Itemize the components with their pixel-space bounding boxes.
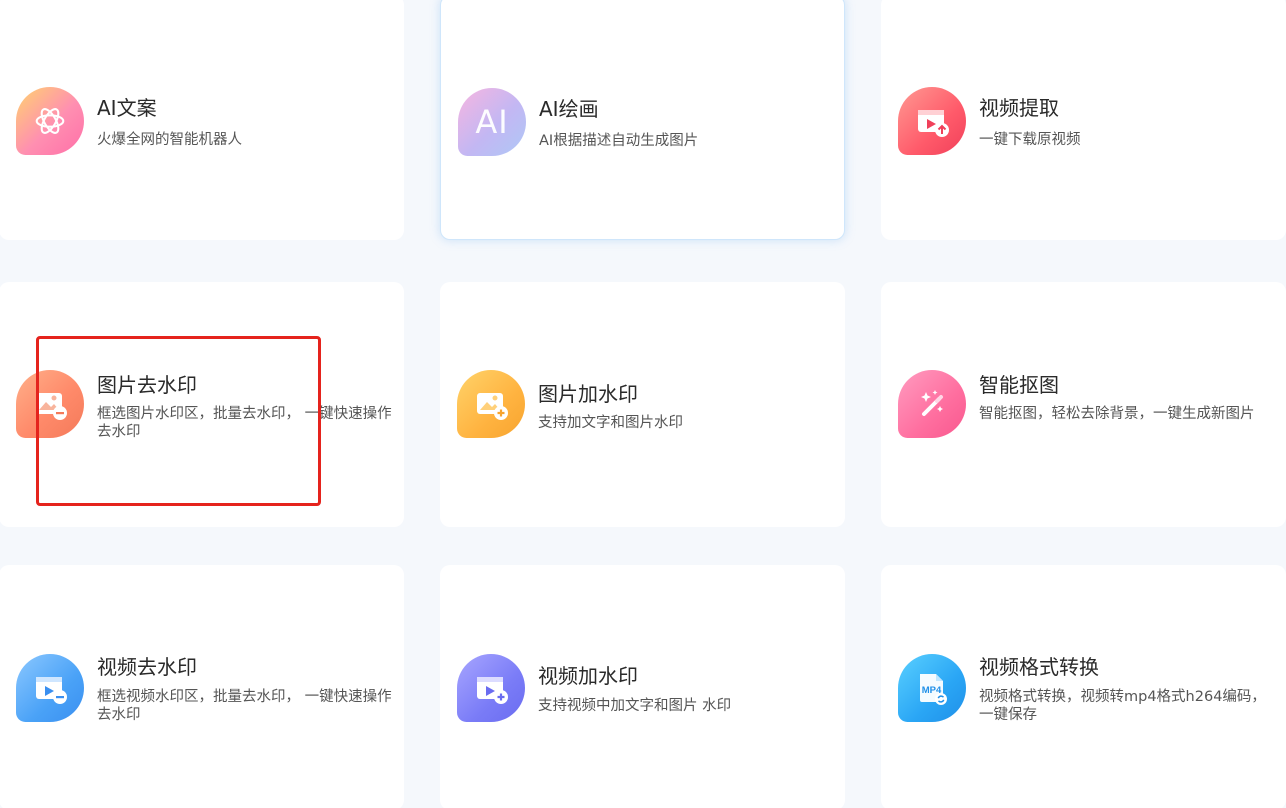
card-title: 视频格式转换: [979, 655, 1099, 679]
card-video-add-watermark[interactable]: 视频加水印 支持视频中加文字和图片 水印: [440, 565, 845, 808]
card-desc: 视频格式转换，视频转mp4格式h264编码，一键保存: [979, 689, 1266, 723]
card-title: AI文案: [97, 96, 157, 120]
video-remove-watermark-icon: [16, 654, 84, 722]
card-smart-cutout[interactable]: 智能抠图 智能抠图，轻松去除背景，一键生成新图片: [881, 282, 1286, 527]
card-desc: 支持加文字和图片水印: [538, 415, 683, 431]
card-desc: 支持视频中加文字和图片 水印: [538, 698, 732, 714]
card-desc: 框选视频水印区，批量去水印， 一键快速操作去水印: [97, 689, 392, 723]
video-extract-icon: [898, 87, 966, 155]
card-title: AI绘画: [539, 97, 599, 121]
card-image-remove-watermark[interactable]: 图片去水印 框选图片水印区，批量去水印， 一键快速操作去水印: [0, 282, 404, 527]
card-image-add-watermark[interactable]: 图片加水印 支持加文字和图片水印: [440, 282, 845, 527]
card-video-format-convert[interactable]: MP4 视频格式转换 视频格式转换，视频转mp4格式h264编码，一键保存: [881, 565, 1286, 808]
card-video-extract[interactable]: 视频提取 一键下载原视频: [881, 0, 1286, 240]
card-desc: 一键下载原视频: [979, 132, 1081, 148]
card-desc: 火爆全网的智能机器人: [97, 132, 242, 148]
image-remove-watermark-icon: [16, 370, 84, 438]
chatgpt-logo-icon: [16, 87, 84, 155]
card-desc: 框选图片水印区，批量去水印， 一键快速操作去水印: [97, 406, 392, 440]
ai-icon-text: AI: [475, 103, 509, 141]
video-add-watermark-icon: [457, 654, 525, 722]
tool-grid: AI文案 火爆全网的智能机器人 AI AI绘画 AI根据描述自动生成图片 视频提…: [0, 0, 1286, 808]
card-video-remove-watermark[interactable]: 视频去水印 框选视频水印区，批量去水印， 一键快速操作去水印: [0, 565, 404, 808]
magic-wand-icon: [898, 370, 966, 438]
card-title: 视频加水印: [538, 664, 638, 688]
card-ai-painting[interactable]: AI AI绘画 AI根据描述自动生成图片: [440, 0, 845, 240]
card-title: 图片加水印: [538, 382, 638, 406]
card-ai-copywriting[interactable]: AI文案 火爆全网的智能机器人: [0, 0, 404, 240]
card-title: 视频提取: [979, 96, 1059, 120]
card-title: 图片去水印: [97, 373, 197, 397]
card-title: 视频去水印: [97, 655, 197, 679]
card-desc: 智能抠图，轻松去除背景，一键生成新图片: [979, 406, 1255, 422]
card-title: 智能抠图: [979, 373, 1059, 397]
ai-letter-icon: AI: [458, 88, 526, 156]
card-desc: AI根据描述自动生成图片: [539, 133, 699, 149]
image-add-watermark-icon: [457, 370, 525, 438]
mp4-convert-icon: MP4: [898, 654, 966, 722]
